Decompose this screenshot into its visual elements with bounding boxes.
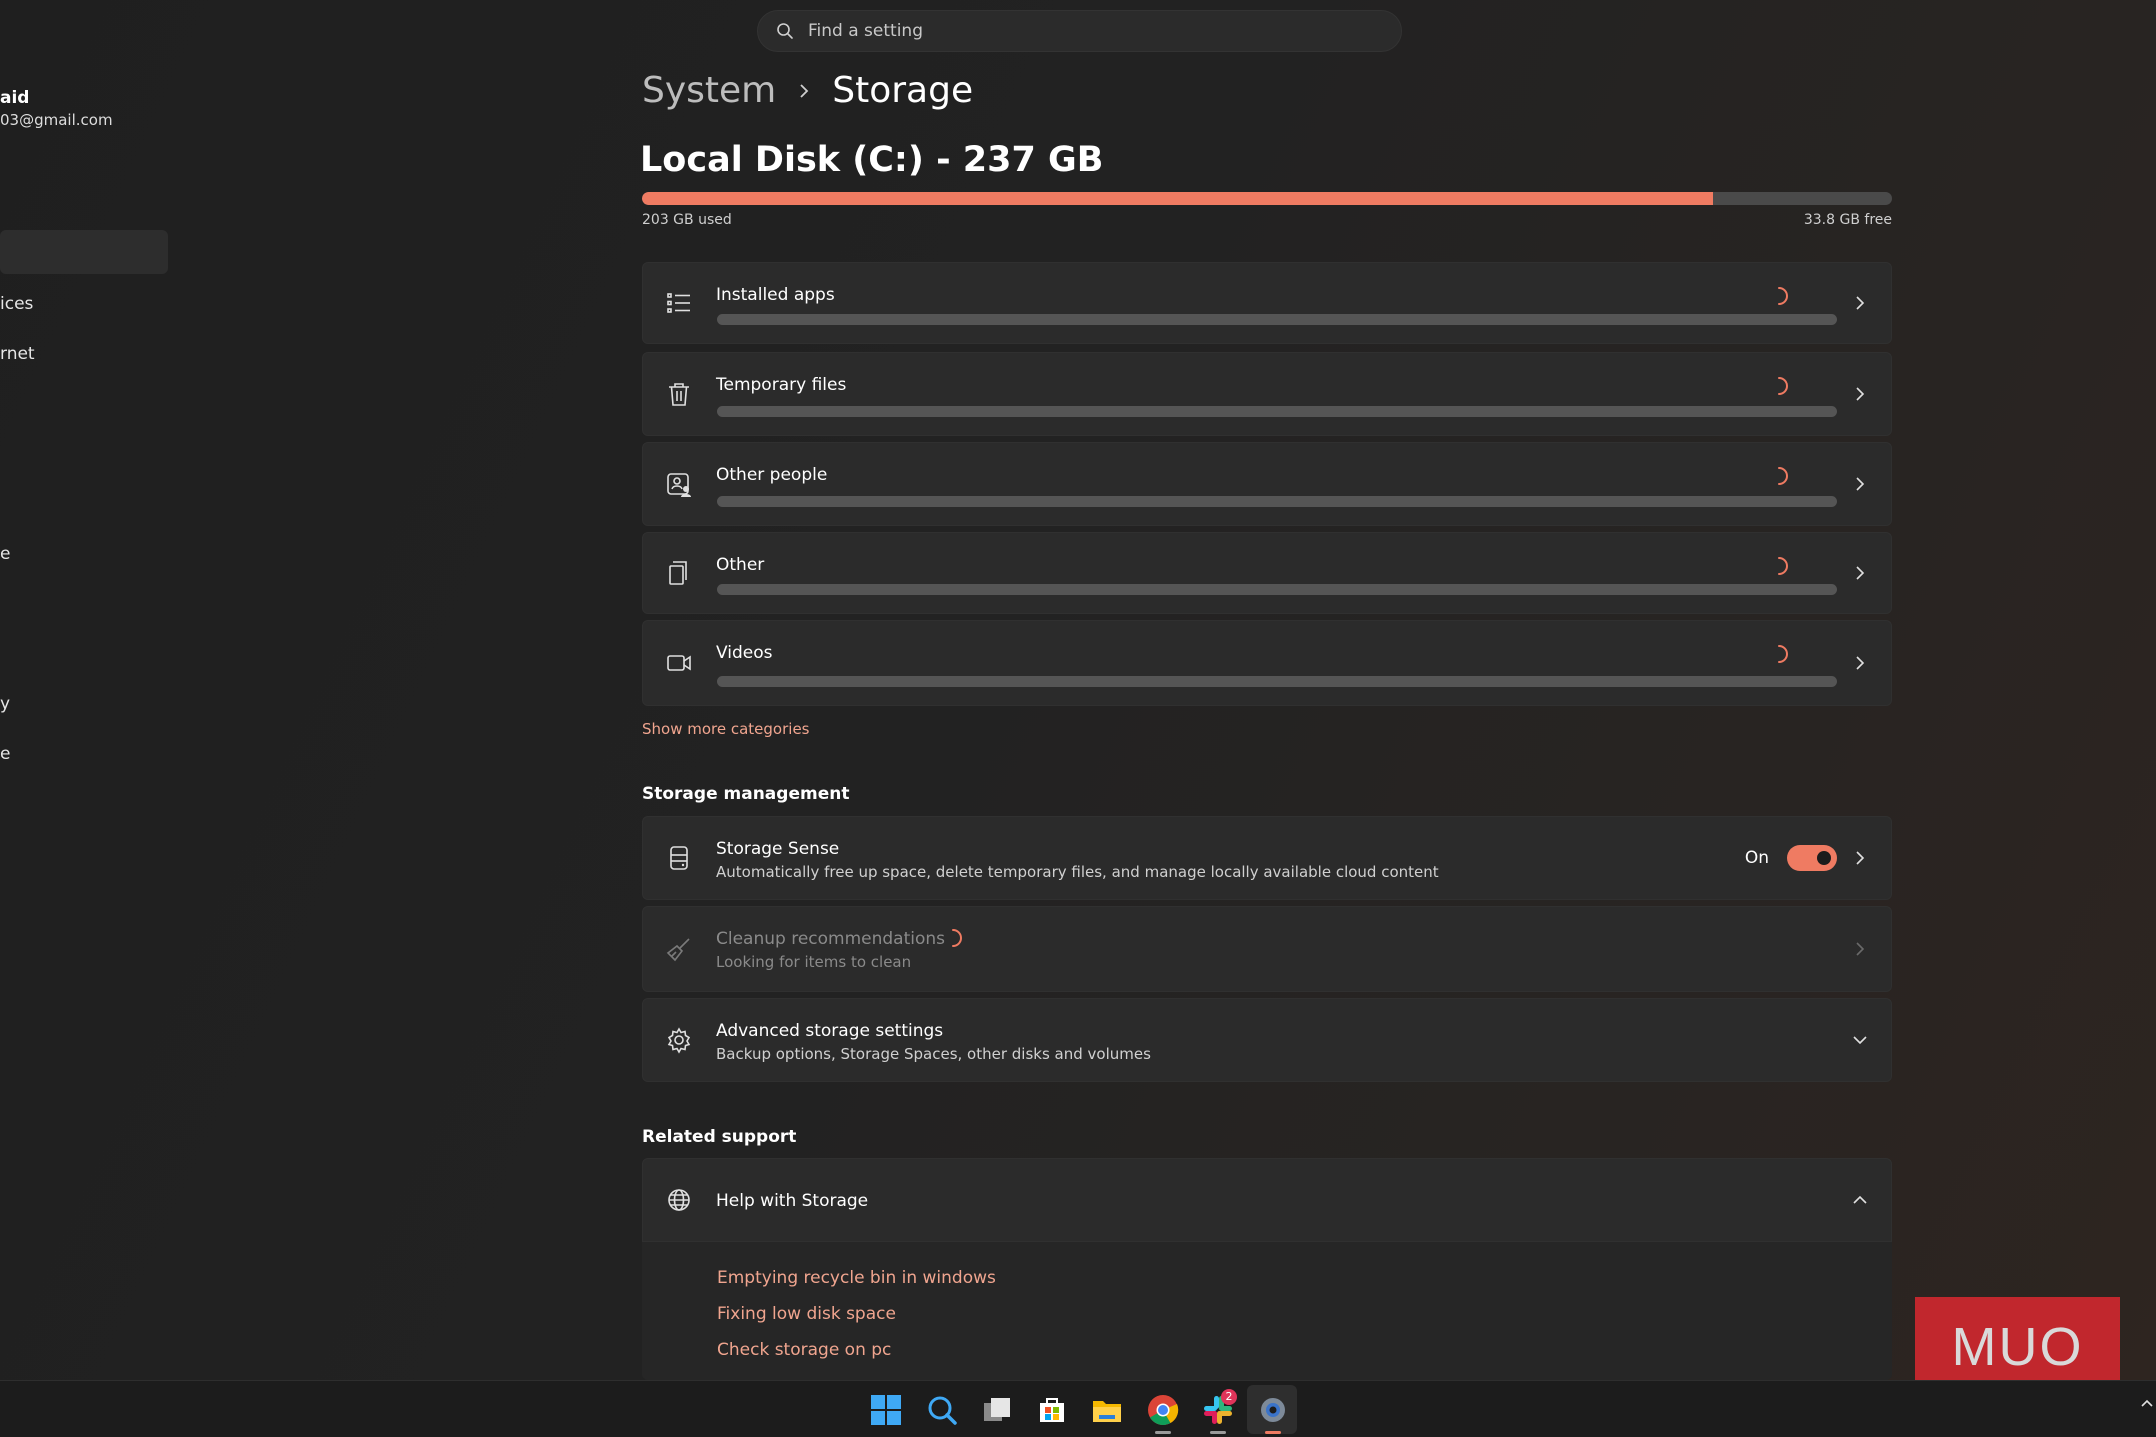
list-icon [667,293,690,313]
trash-icon [669,383,689,406]
sidebar-item-network[interactable]: rnet [0,344,35,364]
cleanup-recommendations-title: Cleanup recommendations [716,929,946,949]
loading-spinner-icon [1778,645,1788,663]
disk-used-label: 203 GB used [642,212,732,228]
category-usage-bar [717,676,1837,687]
cleanup-recommendations-subtitle: Looking for items to clean [716,953,912,971]
storage-sense-toggle-group: On [1745,845,1837,871]
settings-icon[interactable] [1256,1393,1290,1427]
search-icon [777,23,793,39]
category-label: Temporary files [716,375,847,395]
file-explorer-icon[interactable] [1090,1393,1124,1427]
category-usage-bar [717,406,1837,417]
sidebar-item-time-language[interactable]: e [0,544,10,564]
people-icon [667,473,691,497]
category-usage-bar [717,314,1837,325]
toggle-state-label: On [1744,848,1769,868]
category-other-people[interactable]: Other people [642,442,1892,526]
chevron-right-icon [1856,387,1865,401]
chevron-right-icon [1856,566,1865,580]
user-email: 03@gmail.com [0,111,113,129]
cleanup-recommendations-card[interactable]: Cleanup recommendations Looking for item… [642,906,1892,992]
task-view-icon[interactable] [980,1393,1014,1427]
slack-running-indicator [1210,1431,1226,1434]
chevron-down-icon [1853,1036,1867,1045]
storage-sense-subtitle: Automatically free up space, delete temp… [716,863,1439,881]
start-icon[interactable] [869,1393,903,1427]
document-icon [669,561,687,585]
disk-usage-fill [642,192,1714,205]
store-icon[interactable] [1035,1393,1069,1427]
category-usage-bar [717,584,1837,595]
category-label: Other [716,555,765,575]
help-with-storage-title: Help with Storage [716,1191,869,1211]
storage-sense-title: Storage Sense [716,839,840,859]
disk-free-label: 33.8 GB free [1803,212,1892,228]
toggle-knob [1817,851,1831,865]
chrome-running-indicator [1155,1431,1171,1434]
chevron-up-icon [1853,1195,1867,1204]
category-label: Other people [716,465,828,485]
search-input[interactable]: Find a setting [808,21,923,41]
storage-sense-toggle[interactable] [1787,845,1837,871]
chrome-icon[interactable] [1146,1393,1180,1427]
sidebar-item-update[interactable]: e [0,744,10,764]
storage-sense-card[interactable]: Storage Sense Automatically free up spac… [642,816,1892,900]
storage-drive-icon [670,846,688,870]
watermark-text: MUO [1951,1317,2084,1377]
loading-spinner-icon [1778,377,1788,395]
chevron-right-icon [1856,942,1865,956]
sidebar: aid 03@gmail.com ices rnet e y e [0,0,190,1380]
category-label: Installed apps [716,285,835,305]
loading-spinner-icon [952,929,962,947]
settings-active-indicator [1265,1431,1281,1434]
sidebar-item-selected[interactable] [0,230,168,274]
category-usage-bar [717,496,1837,507]
loading-spinner-icon [1778,467,1788,485]
chevron-right-icon [798,82,810,100]
help-link-recycle-bin[interactable]: Emptying recycle bin in windows [717,1268,996,1288]
user-name: aid [0,88,30,108]
category-other[interactable]: Other [642,532,1892,614]
help-link-check-storage[interactable]: Check storage on pc [717,1340,891,1360]
slack-notification-badge: 2 [1221,1389,1237,1405]
chevron-right-icon [1856,296,1865,310]
chevron-right-icon [1856,656,1865,670]
video-icon [667,655,691,671]
storage-management-heading: Storage management [642,784,850,804]
broom-icon [666,938,690,962]
chevron-right-icon [1856,851,1865,865]
category-installed-apps[interactable]: Installed apps [642,262,1892,344]
taskbar: 2 [0,1380,2156,1437]
chevron-right-icon [1856,477,1865,491]
help-link-low-disk-space[interactable]: Fixing low disk space [717,1304,896,1324]
advanced-storage-subtitle: Backup options, Storage Spaces, other di… [716,1045,1151,1063]
disk-usage-bar [642,192,1892,205]
breadcrumb: System Storage [642,70,973,111]
category-videos[interactable]: Videos [642,620,1892,706]
sidebar-item-devices[interactable]: ices [0,294,33,314]
chevron-up-icon[interactable] [2140,1398,2154,1408]
category-temporary-files[interactable]: Temporary files [642,352,1892,436]
page-title: Storage [832,70,974,111]
search-icon[interactable] [925,1393,959,1427]
help-links-panel: Emptying recycle bin in windows Fixing l… [642,1242,1892,1380]
show-more-categories-link[interactable]: Show more categories [642,720,810,738]
loading-spinner-icon [1778,287,1788,305]
search-box[interactable]: Find a setting [757,10,1402,52]
advanced-storage-title: Advanced storage settings [716,1021,944,1041]
disk-title: Local Disk (C:) - 237 GB [640,140,1104,180]
advanced-storage-settings-card[interactable]: Advanced storage settings Backup options… [642,998,1892,1082]
help-with-storage-header[interactable]: Help with Storage [642,1158,1892,1242]
category-label: Videos [716,643,773,663]
breadcrumb-system[interactable]: System [642,70,776,111]
loading-spinner-icon [1778,557,1788,575]
globe-icon [668,1189,690,1211]
gear-icon [667,1027,691,1054]
sidebar-item-privacy[interactable]: y [0,694,10,714]
related-support-heading: Related support [642,1127,797,1147]
